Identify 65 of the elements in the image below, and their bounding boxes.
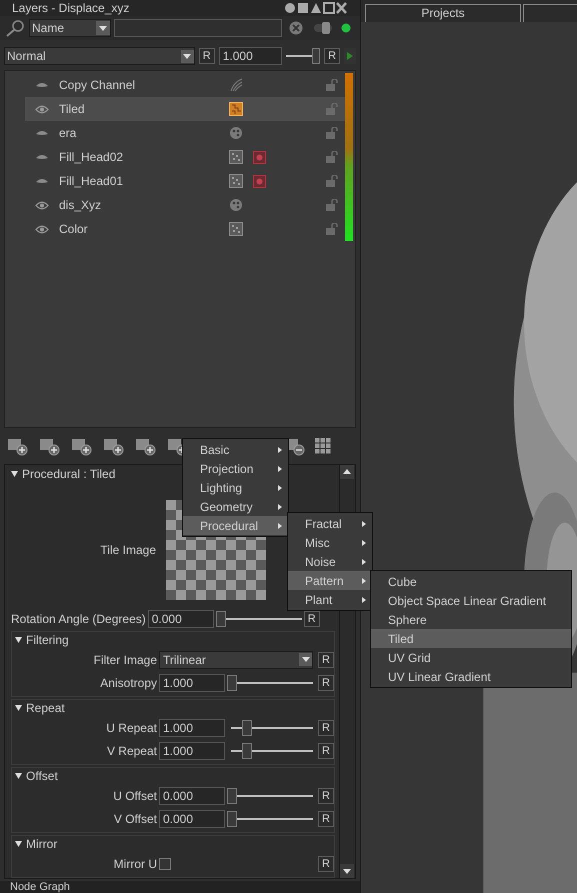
layer-row[interactable]: Color (25, 217, 345, 241)
value-field[interactable]: 0.000 (159, 786, 225, 804)
menu-item[interactable]: Procedural (183, 516, 288, 535)
layer-row[interactable]: dis_Xyz (25, 193, 345, 217)
group-title: Offset (26, 768, 58, 785)
layer-row[interactable]: Tiled (25, 97, 345, 121)
menu-item[interactable]: Basic (183, 440, 288, 459)
reset-button[interactable]: R (318, 720, 334, 736)
panel-title: Layers - Displace_xyz (12, 1, 130, 15)
field-label: U Offset (112, 788, 157, 804)
value-field[interactable]: 0.000 (148, 610, 214, 628)
field-label: Anisotropy (99, 674, 157, 692)
menu-item[interactable]: Lighting (183, 478, 288, 497)
layer-name: Fill_Head01 (59, 173, 124, 190)
layer-name: Fill_Head02 (59, 149, 124, 166)
reset-button[interactable]: R (324, 48, 340, 64)
field-label: V Repeat (106, 742, 157, 760)
menu-item[interactable]: UV Grid (371, 648, 571, 667)
blend-mode-dropdown[interactable]: Normal (4, 47, 195, 65)
reset-button[interactable]: R (318, 742, 334, 758)
menu-item[interactable]: UV Linear Gradient (371, 667, 571, 686)
field-label: Filter Image (92, 652, 157, 668)
layer-row[interactable]: Copy Channel (25, 73, 345, 97)
layer-row[interactable]: Fill_Head02 (25, 145, 345, 169)
layer-name: dis_Xyz (59, 197, 102, 214)
layer-name: Copy Channel (59, 77, 136, 94)
menu-item[interactable]: Geometry (183, 497, 288, 516)
menu-item[interactable]: Noise (288, 552, 372, 571)
field-label: Rotation Angle (Degrees) (11, 610, 146, 628)
group-title: Filtering (26, 632, 69, 649)
field-label: U Repeat (105, 720, 157, 736)
menu-item[interactable]: Misc (288, 533, 372, 552)
menu-item[interactable]: Fractal (288, 514, 372, 533)
field-label: Tile Image (99, 542, 156, 559)
menu-item[interactable]: Pattern (288, 571, 372, 590)
value-field[interactable]: 1.000 (159, 742, 225, 760)
layer-name: Color (59, 221, 89, 238)
reset-button[interactable]: R (198, 48, 215, 64)
reset-button[interactable]: R (318, 810, 334, 826)
opacity-field[interactable]: 1.000 (218, 47, 282, 65)
field-label: Mirror U (112, 856, 157, 872)
field-label: V Offset (112, 810, 157, 828)
layer-row[interactable]: Fill_Head01 (25, 169, 345, 193)
layer-row[interactable]: era (25, 121, 345, 145)
value-field[interactable]: 1.000 (159, 674, 225, 692)
value-field[interactable]: 0.000 (159, 810, 225, 828)
menu-item[interactable]: Tiled (371, 629, 571, 648)
menu-item[interactable]: Projection (183, 459, 288, 478)
layer-name: Tiled (59, 101, 86, 118)
value-field[interactable]: 1.000 (159, 718, 225, 736)
reset-button[interactable]: R (318, 674, 334, 690)
filter-dropdown[interactable]: Trilinear (159, 650, 313, 668)
reset-button[interactable]: R (318, 788, 334, 804)
menu-item[interactable]: Cube (371, 572, 571, 591)
group-title: Mirror (26, 836, 58, 853)
group-title: Repeat (26, 700, 65, 717)
filter-dropdown[interactable]: Name (29, 19, 111, 37)
reset-button[interactable]: R (318, 652, 334, 668)
menu-item[interactable]: Sphere (371, 610, 571, 629)
reset-button[interactable]: R (304, 610, 320, 627)
reset-button[interactable]: R (318, 856, 334, 872)
layer-name: era (59, 125, 78, 142)
section-title: Procedural : Tiled (22, 466, 116, 483)
menu-item[interactable]: Plant (288, 590, 372, 609)
menu-item[interactable]: Object Space Linear Gradient (371, 591, 571, 610)
